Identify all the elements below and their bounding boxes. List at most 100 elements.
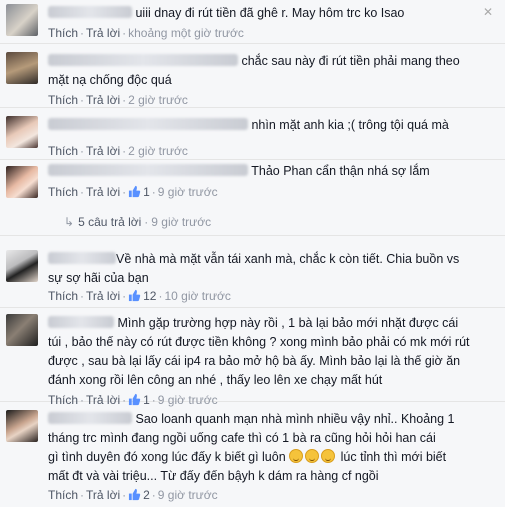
comment-body: Thảo Phan cẩn thận nhá sợ lắm — [251, 164, 430, 178]
comment-item: Thảo Phan cẩn thận nhá sợ lắm Thích · Trả … — [0, 160, 505, 236]
reply-link[interactable]: Trả lời — [86, 185, 120, 199]
comment-text: Thảo Phan cẩn thận nhá sợ lắm — [48, 162, 495, 181]
reply-link[interactable]: Trả lời — [86, 93, 120, 107]
blurred-author-name — [48, 118, 248, 130]
separator: · — [122, 185, 127, 199]
reply-link[interactable]: Trả lời — [86, 26, 120, 40]
separator: · — [80, 488, 85, 502]
comment-body: uiii dnay đi rút tiền đã ghê r. May hôm … — [135, 6, 405, 20]
reply-arrow-icon: ↳ — [64, 215, 75, 229]
reply-link[interactable]: Trả lời — [86, 289, 120, 303]
comment-text: nhìn mặt anh kia ;( trông tội quá mà — [48, 116, 495, 135]
thumbs-up-icon — [129, 289, 141, 302]
comment-actions: Thích · Trả lời · 12 · 10 giờ trước — [48, 288, 231, 304]
avatar[interactable] — [6, 116, 38, 148]
laughing-emoji-icon — [321, 449, 336, 463]
comment-body: mất đt và vài triệu... Từ đấy đến bậyh k… — [48, 469, 379, 483]
comment-item: uiii dnay đi rút tiền đã ghê r. May hôm … — [0, 0, 505, 44]
comment-text: Về nhà mà mặt vẫn tái xanh mà, chắc k cò… — [48, 250, 495, 269]
comment-actions: Thích · Trả lời · 2 giờ trước — [48, 92, 188, 108]
avatar[interactable] — [6, 250, 38, 282]
like-link[interactable]: Thích — [48, 488, 78, 502]
separator: · — [122, 26, 127, 40]
separator: · — [80, 289, 85, 303]
timestamp[interactable]: 9 giờ trước — [158, 185, 218, 199]
comment-item: Sao loanh quanh mạn nhà mình nhiều vậy n… — [0, 402, 505, 507]
comment-list: uiii dnay đi rút tiền đã ghê r. May hôm … — [0, 0, 505, 507]
blurred-author-name — [48, 412, 132, 424]
comment-item: nhìn mặt anh kia ;( trông tội quá mà Thí… — [0, 108, 505, 160]
comment-actions: Thích · Trả lời · 1 · 9 giờ trước — [48, 184, 218, 200]
reply-link[interactable]: Trả lời — [86, 488, 120, 502]
comment-body: Sao loanh quanh mạn nhà mình nhiều vậy n… — [135, 412, 455, 426]
blurred-author-name — [48, 164, 248, 176]
like-link[interactable]: Thích — [48, 26, 78, 40]
separator: · — [122, 488, 127, 502]
separator: · — [122, 93, 127, 107]
separator: · — [80, 26, 85, 40]
timestamp[interactable]: 9 giờ trước — [158, 488, 218, 502]
comment-actions: Thích · Trả lời · 2 giờ trước — [48, 143, 188, 159]
reply-link[interactable]: Trả lời — [86, 144, 120, 158]
avatar[interactable] — [6, 52, 38, 84]
comment-actions: Thích · Trả lời · khoảng một giờ trước — [48, 25, 244, 41]
like-count[interactable]: 1 — [143, 185, 150, 199]
comment-body: gì tình duyên đó xong lúc đấy k biết gì … — [48, 450, 286, 464]
comment-body: Về nhà mà mặt vẫn tái xanh mà, chắc k cò… — [116, 252, 460, 266]
view-replies[interactable]: ↳ 5 câu trả lời · 9 giờ trước — [64, 214, 211, 230]
comment-text: Mình gặp trường hợp này rồi , 1 bà lại b… — [48, 314, 495, 333]
laughing-emoji-icon — [289, 449, 304, 463]
comment-text: Sao loanh quanh mạn nhà mình nhiều vậy n… — [48, 410, 495, 429]
blurred-author-name — [48, 54, 238, 66]
comment-body: gì tình duyên đó xong lúc đấy k biết gì … — [48, 448, 495, 467]
comment-body: Mình gặp trường hợp này rồi , 1 bà lại b… — [117, 316, 459, 330]
timestamp[interactable]: 9 giờ trước — [151, 215, 211, 229]
like-link[interactable]: Thích — [48, 289, 78, 303]
separator: · — [122, 289, 127, 303]
comment-item: chắc sau này đi rút tiền phải mang theo … — [0, 44, 505, 108]
comment-item: Mình gặp trường hợp này rồi , 1 bà lại b… — [0, 308, 505, 407]
comment-body: đánh xong rồi lên công an nhé , thấy leo… — [48, 373, 383, 387]
comment-text: chắc sau này đi rút tiền phải mang theo — [48, 52, 495, 71]
like-link[interactable]: Thích — [48, 185, 78, 199]
comment-body: sự sợ hãi của bạn — [48, 271, 149, 285]
comment-body: được , sau bà lại lấy cái ip4 ra bảo mở … — [48, 354, 461, 368]
comment-body: lúc tỉnh thì mới biết — [340, 450, 447, 464]
comment-item: Về nhà mà mặt vẫn tái xanh mà, chắc k cò… — [0, 236, 505, 308]
thumbs-up-icon — [129, 185, 141, 198]
blurred-author-name — [48, 252, 116, 264]
timestamp[interactable]: 10 giờ trước — [164, 289, 230, 303]
separator: · — [158, 289, 163, 303]
replies-count[interactable]: 5 câu trả lời — [78, 215, 141, 229]
comment-body: mặt nạ chống độc quá — [48, 73, 172, 87]
laughing-emoji-icon — [305, 449, 320, 463]
separator: · — [80, 144, 85, 158]
close-icon[interactable]: ✕ — [483, 6, 495, 18]
avatar[interactable] — [6, 4, 38, 36]
separator: · — [151, 488, 156, 502]
separator: · — [151, 185, 156, 199]
like-count[interactable]: 2 — [143, 488, 150, 502]
avatar[interactable] — [6, 166, 38, 198]
avatar[interactable] — [6, 314, 38, 346]
like-count[interactable]: 12 — [143, 289, 156, 303]
timestamp[interactable]: khoảng một giờ trước — [128, 26, 244, 40]
separator: · — [144, 215, 149, 229]
blurred-author-name — [48, 6, 132, 18]
thumbs-up-icon — [129, 488, 141, 501]
comment-body: túi , bảo thế này có rút được tiền không… — [48, 335, 470, 349]
comment-body: nhìn mặt anh kia ;( trông tội quá mà — [251, 118, 449, 132]
separator: · — [80, 185, 85, 199]
avatar[interactable] — [6, 410, 38, 442]
blurred-author-name — [48, 316, 114, 328]
comment-text: uiii dnay đi rút tiền đã ghê r. May hôm … — [48, 4, 495, 23]
comment-body: tháng trc mình đang ngồi uống cafe thì c… — [48, 431, 436, 445]
separator: · — [122, 144, 127, 158]
comment-actions: Thích · Trả lời · 2 · 9 giờ trước — [48, 487, 218, 503]
timestamp[interactable]: 2 giờ trước — [128, 93, 188, 107]
separator: · — [80, 93, 85, 107]
like-link[interactable]: Thích — [48, 93, 78, 107]
like-link[interactable]: Thích — [48, 144, 78, 158]
comment-body: chắc sau này đi rút tiền phải mang theo — [241, 54, 460, 68]
timestamp[interactable]: 2 giờ trước — [128, 144, 188, 158]
